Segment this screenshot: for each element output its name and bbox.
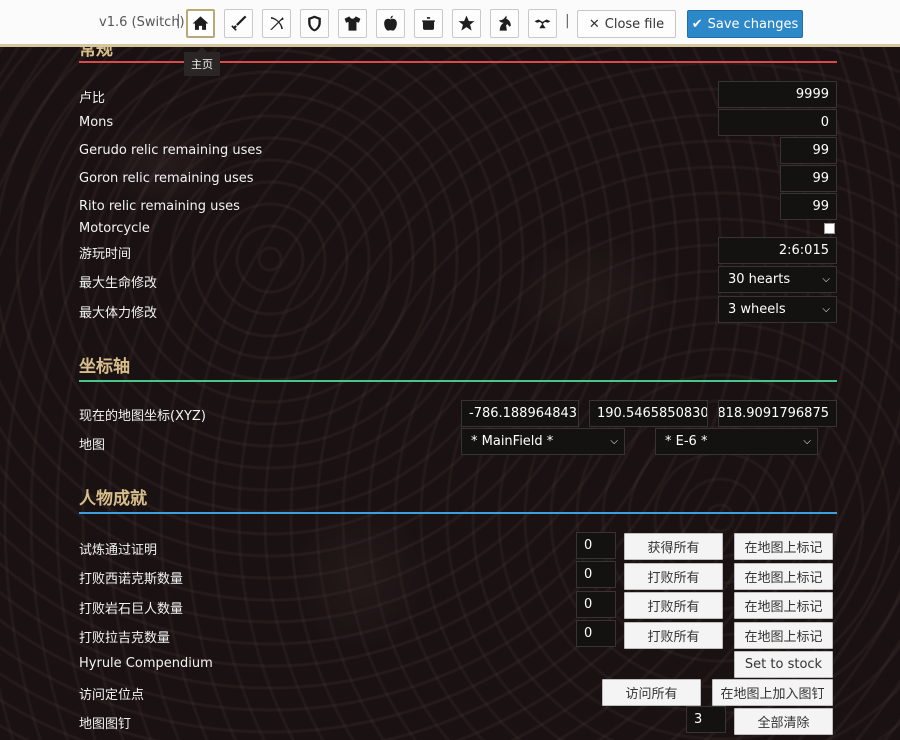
max-hearts-label: 最大生命修改: [79, 276, 158, 291]
hinox-defeated-input[interactable]: 0: [576, 561, 616, 588]
section-title-stats: 人物成就: [79, 489, 147, 509]
talus-defeated-input[interactable]: 0: [576, 591, 616, 618]
map-area-select[interactable]: * E-6 * ⌵: [655, 428, 818, 455]
map-label: 地图: [79, 438, 106, 453]
save-changes-label: Save changes: [707, 16, 799, 32]
map-pins-input[interactable]: 3: [686, 706, 726, 733]
map-position-label: 现在的地图坐标(XYZ): [79, 409, 206, 424]
mark-on-map-button[interactable]: 在地图上标记: [734, 533, 833, 560]
tab-master-mode[interactable]: [528, 9, 557, 38]
home-tooltip: 主页: [184, 47, 220, 76]
mons-input[interactable]: 0: [718, 109, 837, 136]
triforce-icon: [534, 19, 551, 29]
set-to-stock-button[interactable]: Set to stock: [734, 651, 833, 678]
section-divider-stats: [79, 512, 837, 514]
apple-icon: [384, 15, 397, 31]
toolbar-separator: |: [565, 13, 570, 29]
armor-icon: [344, 16, 361, 31]
chevron-down-icon: ⌵: [803, 436, 811, 447]
hinox-defeated-label: 打败西诺克斯数量: [79, 572, 184, 587]
defeat-all-molduga-button[interactable]: 打败所有: [624, 622, 723, 649]
save-changes-button[interactable]: ✔ Save changes: [687, 10, 803, 38]
playtime-input[interactable]: 2:6:015: [718, 237, 837, 264]
rupees-label: 卢比: [79, 91, 106, 106]
chevron-down-icon: ⌵: [610, 436, 618, 447]
tab-food[interactable]: [414, 9, 443, 38]
close-icon: ✕: [588, 16, 600, 32]
add-pins-button[interactable]: 在地图上加入图钉: [712, 679, 833, 706]
molduga-defeated-input[interactable]: 0: [576, 620, 616, 647]
tab-materials[interactable]: [376, 9, 405, 38]
horse-icon: [498, 15, 511, 31]
chevron-down-icon: ⌵: [822, 304, 830, 315]
tab-home[interactable]: [186, 9, 215, 38]
max-stamina-label: 最大体力修改: [79, 306, 158, 321]
section-title-coords: 坐标轴: [79, 357, 130, 377]
max-hearts-value: 30 hearts: [728, 272, 791, 287]
sword-icon: [231, 15, 247, 31]
tab-key-items[interactable]: [452, 9, 481, 38]
shrine-proofs-input[interactable]: 0: [576, 532, 616, 559]
mark-molduga-on-map-button[interactable]: 在地图上标记: [734, 622, 833, 649]
bow-icon: [270, 17, 284, 30]
molduga-defeated-label: 打败拉吉克数量: [79, 631, 171, 646]
goron-relic-input[interactable]: 99: [780, 165, 837, 192]
max-hearts-select[interactable]: 30 hearts ⌵: [718, 266, 837, 293]
visit-all-button[interactable]: 访问所有: [602, 679, 701, 706]
home-icon: [192, 16, 209, 30]
shield-icon: [308, 15, 321, 32]
chevron-down-icon: ⌵: [822, 274, 830, 285]
version-label: v1.6 (Switch): [99, 15, 185, 30]
playtime-label: 游玩时间: [79, 247, 132, 262]
motorcycle-label: Motorcycle: [79, 221, 150, 236]
coord-x-input[interactable]: -786.1889648437: [461, 400, 579, 427]
rito-relic-input[interactable]: 99: [780, 193, 837, 220]
check-icon: ✔: [691, 16, 703, 32]
tab-shields[interactable]: [300, 9, 329, 38]
rito-relic-label: Rito relic remaining uses: [79, 199, 240, 214]
visited-locations-label: 访问定位点: [79, 688, 145, 703]
mark-hinox-on-map-button[interactable]: 在地图上标记: [734, 563, 833, 590]
star-icon: [458, 15, 475, 31]
clear-all-button[interactable]: 全部清除: [734, 708, 833, 735]
mark-talus-on-map-button[interactable]: 在地图上标记: [734, 592, 833, 619]
goron-relic-label: Goron relic remaining uses: [79, 171, 254, 186]
defeat-all-talus-button[interactable]: 打败所有: [624, 592, 723, 619]
motorcycle-checkbox[interactable]: [824, 223, 835, 234]
max-stamina-select[interactable]: 3 wheels ⌵: [718, 296, 837, 323]
section-divider-coords: [79, 380, 837, 382]
map-select[interactable]: * MainField * ⌵: [461, 428, 625, 455]
coord-y-input[interactable]: 190.5465850830: [589, 400, 708, 427]
tab-weapons[interactable]: [224, 9, 253, 38]
tab-bows[interactable]: [262, 9, 291, 38]
talus-defeated-label: 打败岩石巨人数量: [79, 602, 184, 617]
map-area-value: * E-6 *: [665, 434, 708, 449]
close-file-label: Close file: [604, 16, 665, 32]
close-file-button[interactable]: ✕ Close file: [577, 10, 676, 38]
tab-armor[interactable]: [338, 9, 367, 38]
tab-horses[interactable]: [490, 9, 519, 38]
toolbar-separator: |: [176, 13, 181, 29]
mons-label: Mons: [79, 115, 114, 130]
map-value: * MainField *: [471, 434, 554, 449]
compendium-label: Hyrule Compendium: [79, 656, 213, 671]
map-pins-label: 地图图钉: [79, 717, 132, 732]
get-all-button[interactable]: 获得所有: [624, 533, 723, 560]
coord-z-input[interactable]: 1818.9091796875: [718, 400, 837, 427]
shrine-proofs-label: 试炼通过证明: [79, 543, 158, 558]
max-stamina-value: 3 wheels: [728, 302, 786, 317]
defeat-all-hinox-button[interactable]: 打败所有: [624, 563, 723, 590]
gerudo-relic-input[interactable]: 99: [780, 137, 837, 164]
gerudo-relic-label: Gerudo relic remaining uses: [79, 143, 263, 158]
rupees-input[interactable]: 9999: [718, 81, 837, 108]
top-toolbar: v1.6 (Switch) | | ✕ Close file ✔ Save ch…: [0, 0, 900, 47]
cooking-pot-icon: [422, 17, 435, 30]
